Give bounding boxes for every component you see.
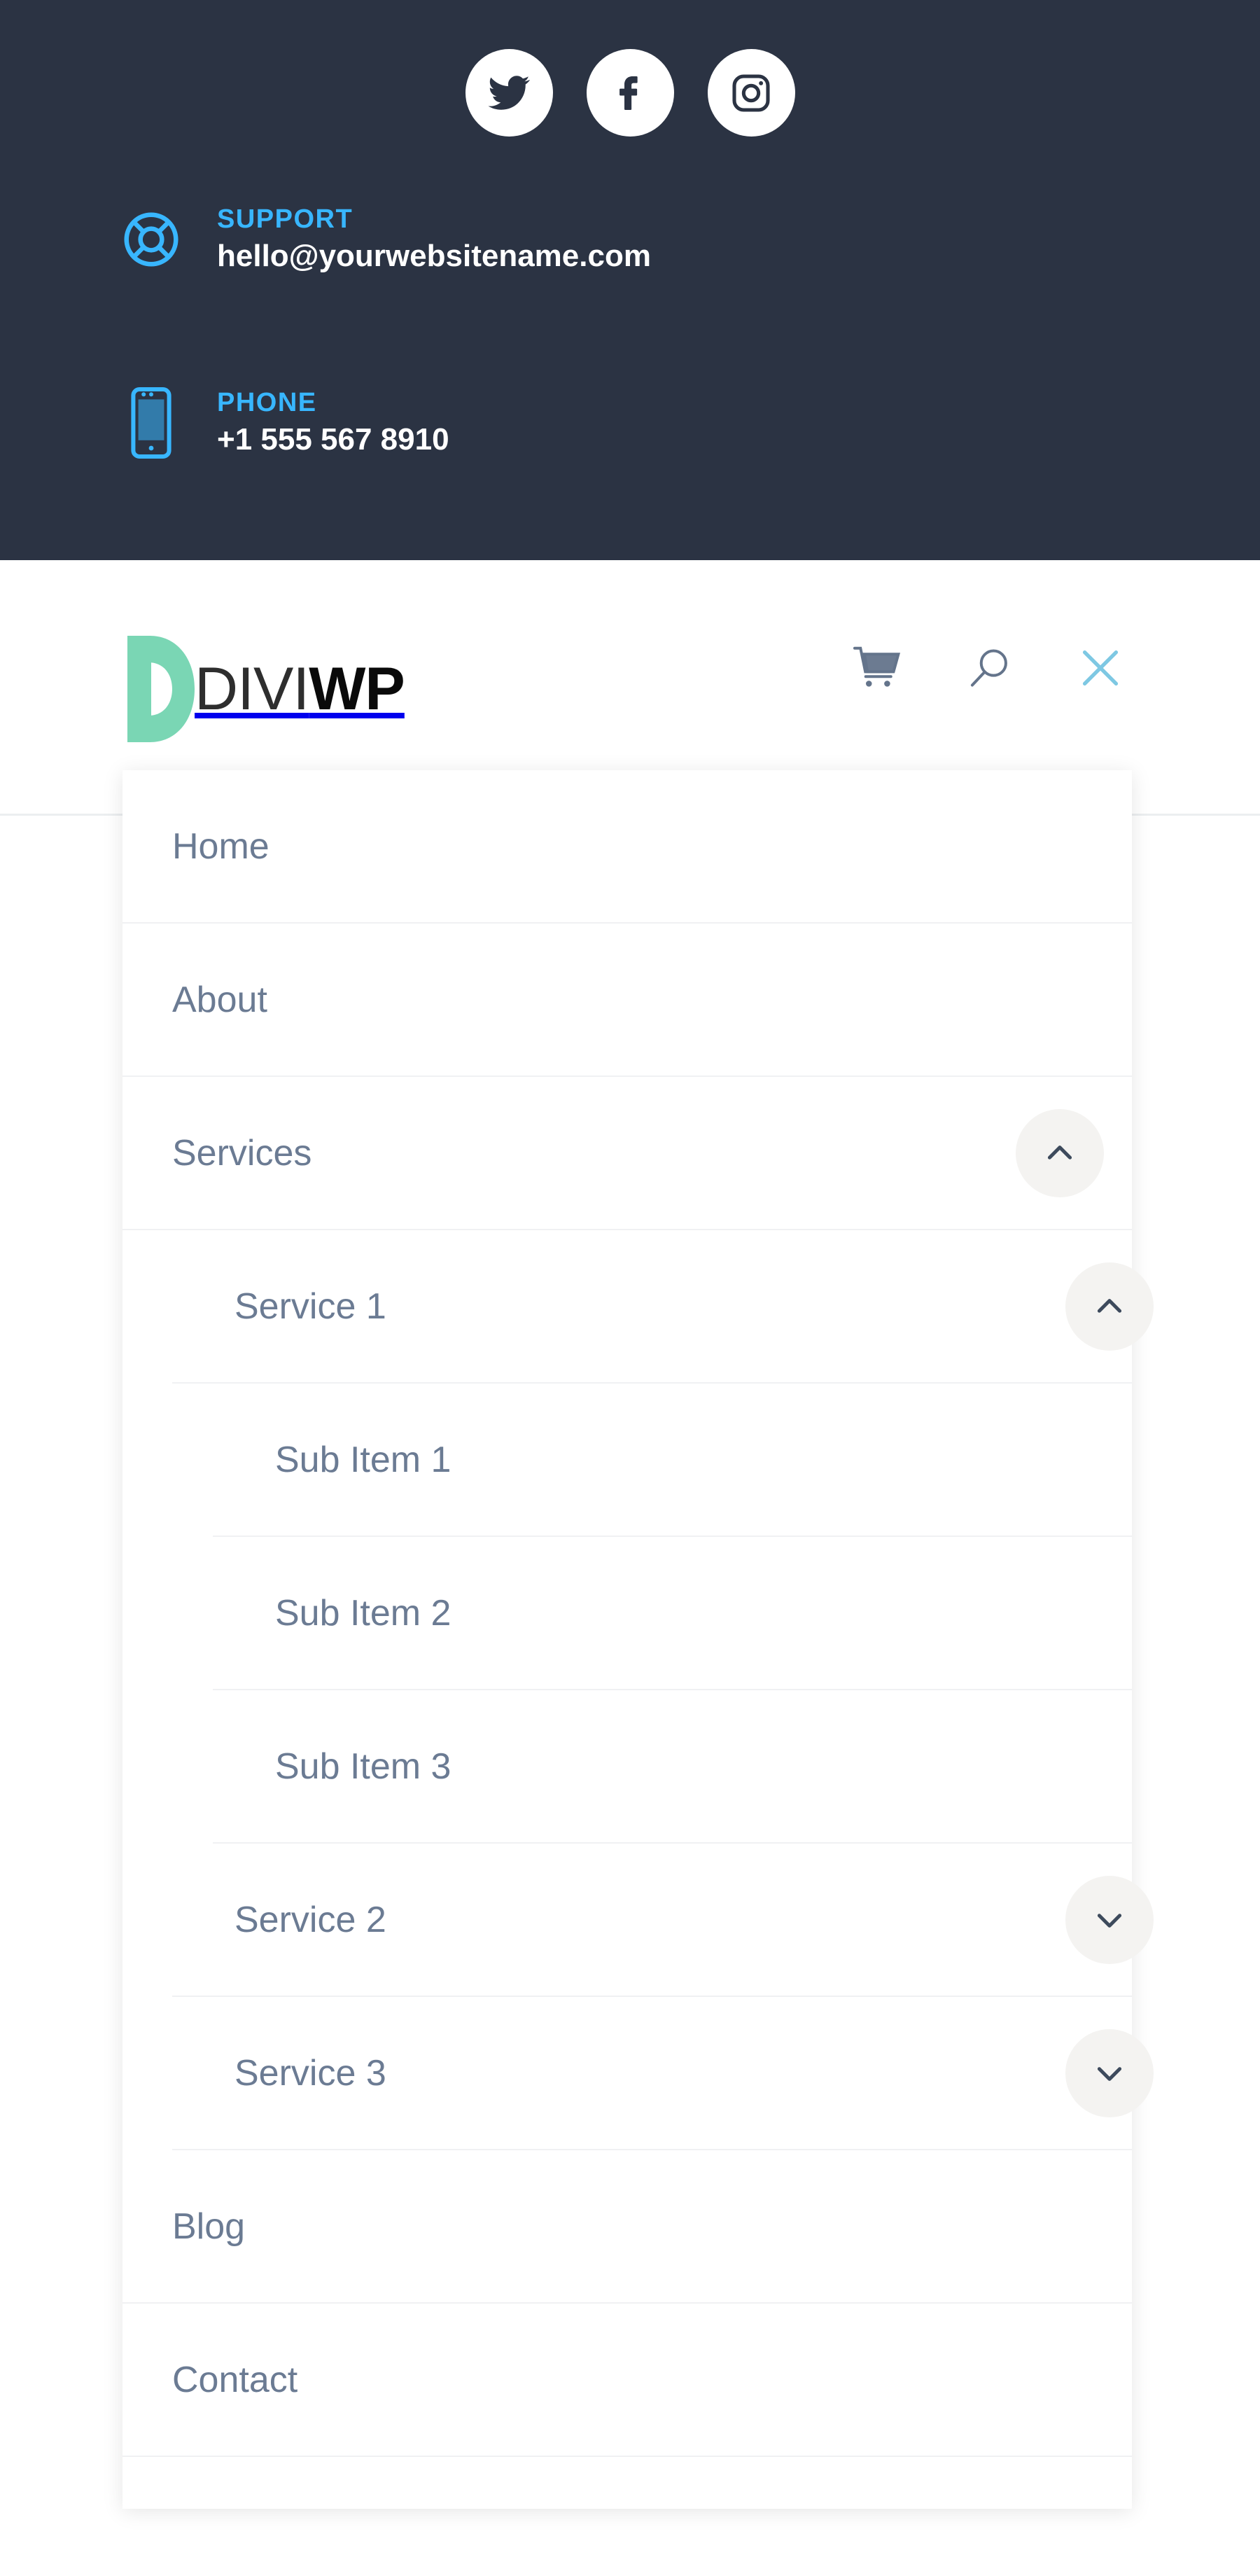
menu-item-label: About <box>172 979 267 1020</box>
menu-item-label: Sub Item 1 <box>275 1439 451 1480</box>
top-contact-bar: SUPPORT hello@yourwebsitename.com PHONE … <box>0 0 1260 560</box>
header-action-icons <box>853 646 1123 690</box>
chevron-down-icon[interactable] <box>1065 1875 1154 1964</box>
phone-label: PHONE <box>217 387 317 417</box>
diviwp-d-mark-icon <box>127 636 195 742</box>
site-logo[interactable]: DIVI WP <box>127 636 405 742</box>
social-links <box>0 49 1260 137</box>
menu-item-label: Sub Item 2 <box>275 1592 451 1634</box>
menu-item-label: Contact <box>172 2359 298 2400</box>
menu-item-sub-item-3[interactable]: Sub Item 3 <box>213 1690 1132 1844</box>
menu-item-label: Blog <box>172 2206 246 2247</box>
mobile-menu-panel: Home About Services Service 1 Sub Item 1 Sub … <box>122 770 1154 2509</box>
instagram-icon <box>729 71 774 116</box>
menu-item-service-1[interactable]: Service 1 <box>172 1230 1154 1384</box>
twitter-icon <box>486 71 531 116</box>
close-icon[interactable] <box>1078 646 1123 690</box>
menu-item-label: Sub Item 3 <box>275 1746 451 1787</box>
logo-text-divi: DIVI <box>195 655 309 723</box>
social-link-instagram[interactable] <box>707 49 795 137</box>
menu-item-label: Home <box>172 826 270 867</box>
menu-item-sub-item-1[interactable]: Sub Item 1 <box>213 1384 1132 1537</box>
search-icon[interactable] <box>967 646 1012 690</box>
mobile-phone-icon <box>119 385 183 461</box>
menu-item-service-3[interactable]: Service 3 <box>172 1997 1154 2150</box>
social-link-twitter[interactable] <box>465 49 553 137</box>
logo-wordmark: DIVI WP <box>195 659 405 719</box>
menu-item-label: Service 2 <box>234 1899 386 1940</box>
support-label: SUPPORT <box>217 204 354 234</box>
chevron-up-icon[interactable] <box>1065 1262 1154 1351</box>
menu-item-label: Services <box>172 1132 312 1174</box>
chevron-down-icon[interactable] <box>1065 2028 1154 2117</box>
phone-contact-block: PHONE +1 555 567 8910 <box>119 385 449 461</box>
menu-item-service-2[interactable]: Service 2 <box>172 1844 1154 1997</box>
menu-item-label: Service 1 <box>234 1286 386 1327</box>
logo-text-wp: WP <box>309 655 405 723</box>
facebook-icon <box>608 71 652 116</box>
menu-item-sub-item-2[interactable]: Sub Item 2 <box>213 1537 1132 1690</box>
support-contact-block: SUPPORT hello@yourwebsitename.com <box>119 202 651 277</box>
menu-item-home[interactable]: Home <box>122 770 1132 924</box>
menu-item-label: Service 3 <box>234 2052 386 2094</box>
lifebuoy-icon <box>119 202 183 277</box>
menu-item-services[interactable]: Services <box>122 1077 1132 1230</box>
support-email[interactable]: hello@yourwebsitename.com <box>217 239 651 274</box>
menu-item-contact[interactable]: Contact <box>122 2304 1132 2457</box>
menu-item-partial[interactable] <box>122 2457 1132 2509</box>
chevron-up-icon[interactable] <box>1016 1108 1104 1197</box>
menu-item-blog[interactable]: Blog <box>122 2150 1132 2304</box>
phone-number[interactable]: +1 555 567 8910 <box>217 422 449 458</box>
menu-item-about[interactable]: About <box>122 924 1132 1077</box>
cart-icon[interactable] <box>853 646 902 690</box>
social-link-facebook[interactable] <box>586 49 674 137</box>
